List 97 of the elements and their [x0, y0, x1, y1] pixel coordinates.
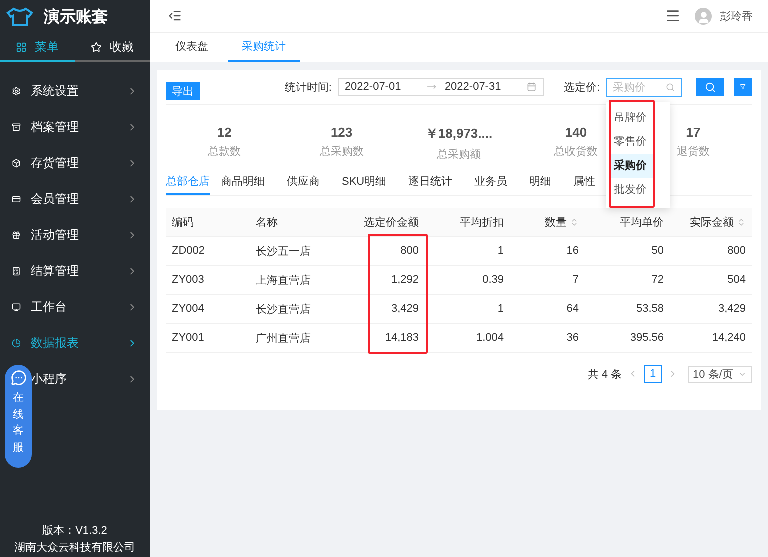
table-cell: 800	[670, 236, 752, 266]
gear-icon	[12, 86, 21, 96]
table-cell: 0.39	[425, 266, 510, 294]
company-text: 湖南大众云科技有限公司	[14, 541, 136, 555]
column-header: 平均折扣	[425, 208, 510, 236]
filter-icon	[740, 82, 746, 92]
archive-icon	[12, 122, 21, 132]
table-cell: ZY003	[166, 266, 250, 294]
sidebar-item[interactable]: 存货管理	[0, 145, 150, 181]
stat-label: 总收货数	[554, 145, 598, 159]
stat-value: 17	[686, 125, 701, 140]
total-count: 共 4 条	[588, 368, 622, 382]
price-option[interactable]: 采购价	[611, 154, 653, 178]
search-icon	[666, 82, 675, 92]
stat-label: 总采购额	[437, 148, 481, 162]
table-cell: 3,429	[670, 294, 752, 324]
grid-icon	[16, 42, 27, 52]
table-cell: 1	[425, 236, 510, 266]
sidebar-item[interactable]: 档案管理	[0, 109, 150, 145]
table-cell: 广州直营店	[250, 324, 340, 352]
sidebar-item[interactable]: 工作台	[0, 289, 150, 325]
arrow-right-icon	[427, 82, 437, 92]
table-cell: 3,429	[340, 294, 425, 324]
table-cell: 1,292	[340, 266, 425, 294]
table-cell: ZY004	[166, 294, 250, 324]
table-cell: 1.004	[425, 324, 510, 352]
sort-icon[interactable]	[570, 218, 579, 226]
table-cell: 72	[585, 266, 670, 294]
page-size-select[interactable]: 10 条/页	[688, 366, 752, 382]
sub-tab[interactable]: 供应商	[287, 170, 331, 195]
table-cell: 上海直营店	[250, 266, 340, 294]
table-cell: ZY001	[166, 324, 250, 352]
table-cell: 504	[670, 266, 752, 294]
sidebar-item[interactable]: 活动管理	[0, 217, 150, 253]
sidebar-item[interactable]: 结算管理	[0, 253, 150, 289]
calculator-icon	[12, 266, 21, 276]
page-tab[interactable]: 仪表盘	[156, 33, 228, 62]
star-icon	[91, 42, 102, 52]
sub-tab[interactable]: SKU明细	[342, 170, 398, 195]
table-cell: 1	[425, 294, 510, 324]
box-icon	[12, 158, 21, 168]
table-cell: 14,183	[340, 324, 425, 352]
stat-value: ￥18,973....	[425, 125, 493, 143]
user-name[interactable]: 彭玲香	[720, 8, 753, 24]
table-cell: 长沙五一店	[250, 236, 340, 266]
brand-title: 演示账套	[44, 7, 108, 28]
table-cell: 14,240	[670, 324, 752, 352]
avatar-icon[interactable]	[695, 8, 712, 24]
gift-icon	[12, 230, 21, 240]
table-cell: 800	[340, 236, 425, 266]
table-cell: 7	[510, 266, 585, 294]
table-cell: ZD002	[166, 236, 250, 266]
search-button[interactable]	[696, 78, 724, 96]
sub-tab[interactable]: 逐日统计	[408, 170, 464, 195]
column-header: 实际金额	[670, 208, 752, 236]
table-cell: 16	[510, 236, 585, 266]
column-header: 数量	[510, 208, 585, 236]
table-cell: 50	[585, 236, 670, 266]
table-cell: 53.58	[585, 294, 670, 324]
filter-button[interactable]	[734, 78, 752, 96]
sub-tab[interactable]: 属性	[574, 170, 607, 195]
table-cell: 36	[510, 324, 585, 352]
shirt-logo-icon	[6, 7, 34, 27]
sidebar-item[interactable]: 数据报表	[0, 325, 150, 361]
sub-tab[interactable]: 商品明细	[221, 170, 276, 195]
chat-icon	[10, 370, 26, 386]
stat-label: 退货数	[676, 145, 710, 159]
version-text: 版本：V1.3.2	[42, 524, 108, 538]
chat-widget[interactable]: 在线客服	[5, 365, 32, 468]
pie-chart-icon	[12, 338, 21, 348]
table-cell: 395.56	[585, 324, 670, 352]
stat-value: 123	[330, 125, 353, 140]
stat-value: 12	[217, 125, 232, 140]
sidebar-item[interactable]: 会员管理	[0, 181, 150, 217]
date-range-field[interactable]: 2022-07-01 2022-07-31	[338, 78, 544, 96]
price-label: 选定价:	[564, 80, 600, 94]
sub-tab[interactable]: 业务员	[474, 170, 519, 195]
table-cell: 64	[510, 294, 585, 324]
table-cell: 长沙直营店	[250, 294, 340, 324]
column-header: 平均单价	[585, 208, 670, 236]
column-header: 名称	[250, 208, 340, 236]
column-header: 编码	[166, 208, 250, 236]
stat-label: 总采购数	[320, 145, 364, 159]
stat-label: 总款数	[208, 145, 242, 159]
column-header: 选定价金额	[340, 208, 425, 236]
monitor-icon	[12, 302, 21, 312]
collapse-menu-icon[interactable]	[168, 9, 182, 23]
sort-icon[interactable]	[737, 218, 746, 226]
card-icon	[12, 194, 21, 204]
sidebar-tab[interactable]: 菜单	[0, 34, 75, 62]
menu-icon[interactable]	[665, 8, 681, 24]
stat-value: 140	[565, 125, 588, 140]
search-icon	[704, 82, 716, 92]
sub-tab[interactable]: 明细	[530, 170, 563, 195]
calendar-icon	[527, 82, 537, 92]
date-label: 统计时间:	[284, 80, 332, 94]
sidebar-item[interactable]: 系统设置	[0, 73, 150, 109]
